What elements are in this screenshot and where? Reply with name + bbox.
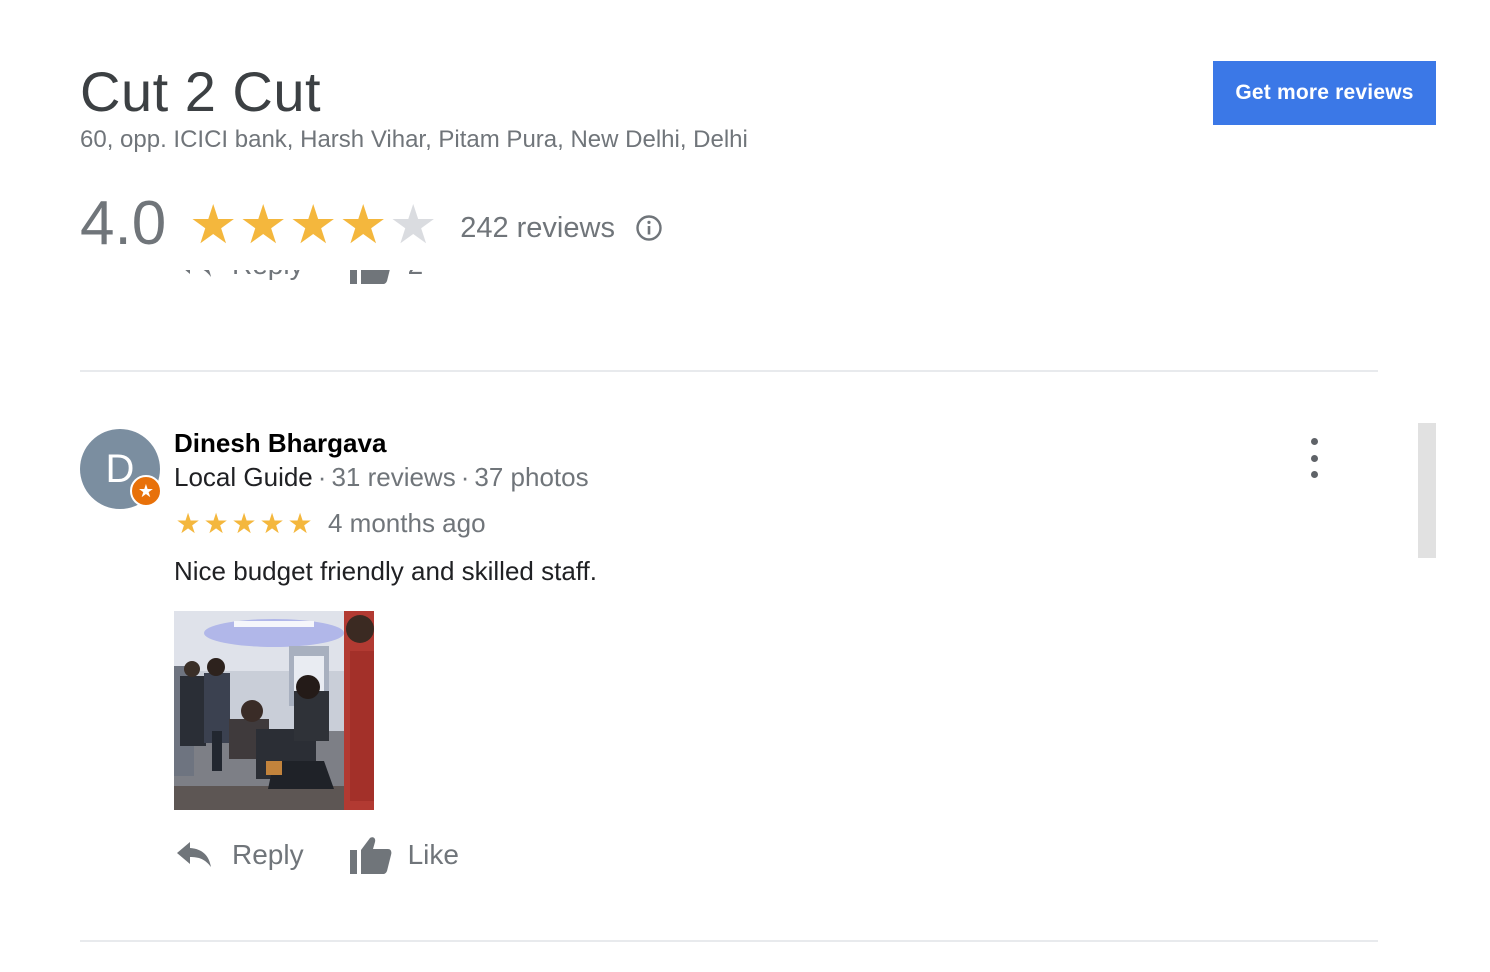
like-button[interactable]: Like <box>348 834 459 876</box>
reviewer-reviews-count: 31 reviews <box>331 462 456 492</box>
thumbs-up-icon <box>349 837 391 874</box>
reply-label: Reply <box>232 270 304 281</box>
local-guide-star-icon: ★ <box>130 475 162 507</box>
menu-dot <box>1310 471 1318 478</box>
business-address: 60, opp. ICICI bank, Harsh Vihar, Pitam … <box>80 126 748 153</box>
get-more-reviews-button[interactable]: Get more reviews <box>1213 61 1436 125</box>
reviewer-photos-count: 37 photos <box>474 462 589 492</box>
reply-button[interactable]: Reply <box>174 270 304 282</box>
star-icon: ★ <box>203 507 229 539</box>
separator: · <box>460 462 470 492</box>
average-rating-stars: ★ ★ ★ ★ ★ <box>188 198 438 252</box>
reply-button[interactable]: Reply <box>174 838 304 872</box>
average-rating: 4.0 <box>80 189 167 258</box>
reviewer-meta: Local Guide · 31 reviews · 37 photos <box>174 462 589 493</box>
reviewer-name[interactable]: Dinesh Bhargava <box>174 428 386 459</box>
menu-dot <box>1310 454 1318 462</box>
business-name: Cut 2 Cut <box>80 60 322 123</box>
review-stars: ★ ★ ★ ★ ★ <box>174 507 314 539</box>
divider <box>80 370 1378 372</box>
like-count: 2 <box>408 270 424 281</box>
total-reviews-count: 242 reviews <box>460 211 615 244</box>
star-icon: ★ <box>259 507 285 539</box>
avatar[interactable]: D ★ <box>80 429 162 509</box>
menu-dot <box>1310 438 1318 445</box>
star-icon: ★ <box>388 195 438 255</box>
info-icon[interactable] <box>635 214 663 242</box>
divider <box>80 940 1378 942</box>
reply-label: Reply <box>232 839 304 870</box>
review-photo[interactable] <box>174 611 374 810</box>
star-icon: ★ <box>288 195 338 255</box>
like-button[interactable]: 2 <box>348 270 424 286</box>
thumbs-up-icon <box>349 270 390 284</box>
star-icon: ★ <box>175 507 201 539</box>
review-date: 4 months ago <box>328 508 486 538</box>
star-icon: ★ <box>287 507 313 539</box>
reply-icon <box>177 842 211 867</box>
review-text: Nice budget friendly and skilled staff. <box>174 556 597 586</box>
business-reviews-page: Cut 2 Cut 60, opp. ICICI bank, Harsh Vih… <box>0 0 1490 972</box>
star-icon: ★ <box>188 195 238 255</box>
star-icon: ★ <box>338 195 388 255</box>
separator: · <box>317 462 327 492</box>
local-guide-label: Local Guide <box>174 462 313 492</box>
scrollbar-thumb[interactable] <box>1418 423 1436 558</box>
more-vert-icon[interactable] <box>1304 438 1324 478</box>
star-icon: ★ <box>231 507 257 539</box>
previous-review-actions: Reply 2 <box>174 270 424 286</box>
star-icon: ★ <box>238 195 288 255</box>
like-label: Like <box>407 839 459 870</box>
review-rating-row: ★ ★ ★ ★ ★ 4 months ago <box>174 507 486 539</box>
reviews-list: Reply 2 D ★ Dinesh Bhargava Local Guide·… <box>80 270 1380 972</box>
review-actions: Reply Like <box>174 834 459 876</box>
reply-icon <box>185 270 211 277</box>
rating-summary: 4.0 ★ ★ ★ ★ ★ 242 reviews <box>80 186 663 262</box>
